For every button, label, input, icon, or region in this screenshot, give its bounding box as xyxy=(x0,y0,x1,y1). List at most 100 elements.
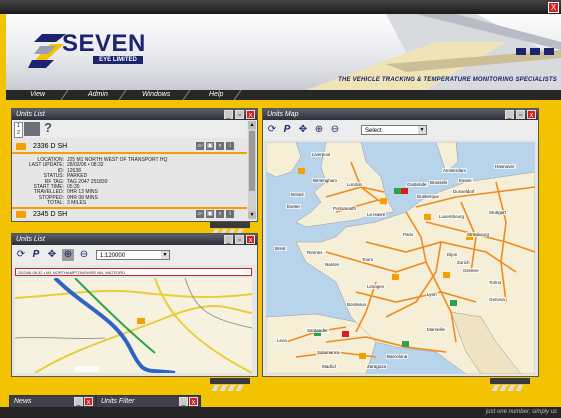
help-icon[interactable]: ? xyxy=(44,120,52,135)
units-list-panel: Units List _ ▫ x 12 ? ▲ ▼ 2336 D SH GF ▣… xyxy=(11,108,258,222)
close-button[interactable]: x xyxy=(246,110,255,119)
scroll-down-icon[interactable]: ▼ xyxy=(248,211,256,219)
city-label: Birmingham xyxy=(312,178,339,183)
units-list-toolbar: 12 ? xyxy=(12,120,247,138)
zoom-out-icon[interactable]: ⊖ xyxy=(329,124,341,136)
city-label: Brest xyxy=(274,246,287,251)
city-label: Rennes xyxy=(306,250,324,255)
resize-handle[interactable] xyxy=(490,378,530,391)
city-label: Dijon xyxy=(446,252,459,257)
truck-icon xyxy=(16,143,26,150)
city-label: Liverpool xyxy=(311,152,332,157)
maximize-button[interactable]: ▫ xyxy=(516,110,525,119)
scroll-up-icon[interactable]: ▲ xyxy=(248,121,256,129)
map-select[interactable]: Select ▼ xyxy=(361,125,427,135)
info-icon[interactable]: i xyxy=(226,142,234,150)
truck-track-icon[interactable]: ▣ xyxy=(206,142,214,150)
pan-p-icon[interactable]: P xyxy=(281,124,293,136)
unit-name: 2345 D SH xyxy=(33,211,68,218)
info-icon[interactable]: i xyxy=(226,210,234,218)
city-label: Barcelona xyxy=(386,354,409,359)
close-button[interactable]: x xyxy=(84,397,93,406)
units-list-title: Units List xyxy=(12,109,257,120)
city-label: Paris xyxy=(402,232,415,237)
zoom-out-icon[interactable]: ⊖ xyxy=(78,249,90,261)
close-button[interactable]: x xyxy=(189,397,198,406)
city-label: Geneve xyxy=(462,268,480,273)
scrollbar[interactable]: ▲ ▼ xyxy=(248,121,256,219)
close-app-button[interactable]: X xyxy=(548,2,559,13)
units-list-map-title: Units List xyxy=(12,234,257,245)
minimize-button[interactable]: _ xyxy=(179,397,188,406)
select-value: Select xyxy=(365,128,382,134)
city-label: Brussels xyxy=(429,180,449,185)
move-icon[interactable]: ✥ xyxy=(297,124,309,136)
maximize-button[interactable]: ▫ xyxy=(235,110,244,119)
truck-track-icon[interactable]: ▣ xyxy=(206,210,214,218)
city-label: Nantes xyxy=(324,262,341,267)
unit-row-2345[interactable]: 2345 D SH GF ▣ ⌕ i xyxy=(12,207,247,220)
zoom-in-icon[interactable]: ⊕ xyxy=(62,249,74,261)
unit-color-swatch[interactable] xyxy=(24,122,40,136)
city-label: Salamanca xyxy=(316,350,341,355)
refresh-icon[interactable]: ⟳ xyxy=(15,249,27,261)
minimize-button[interactable]: _ xyxy=(505,110,514,119)
local-map[interactable] xyxy=(15,278,252,373)
minimize-button[interactable]: _ xyxy=(224,235,233,244)
city-label: Le Havre xyxy=(366,212,387,217)
list-view-icon[interactable]: 12 xyxy=(14,122,23,138)
city-label: Amsterdam xyxy=(442,168,468,173)
minimize-button[interactable]: _ xyxy=(224,110,233,119)
zoom-in-icon[interactable]: ⊕ xyxy=(313,124,325,136)
city-label: Leon xyxy=(276,338,289,343)
scroll-thumb[interactable] xyxy=(249,131,255,191)
chevron-down-icon[interactable]: ▼ xyxy=(418,126,426,134)
zoom-unit-icon[interactable]: ⌕ xyxy=(216,142,224,150)
scale-value: 1:120000 xyxy=(100,253,126,259)
city-label: Madrid xyxy=(321,364,337,369)
footer-bar: just one number, simply us xyxy=(0,407,561,418)
city-label: Essen xyxy=(458,178,473,183)
city-label: Strasbourg xyxy=(466,232,491,237)
city-label: Zaragoza xyxy=(366,364,388,369)
refresh-icon[interactable]: ⟳ xyxy=(266,124,278,136)
menu-view[interactable]: View xyxy=(30,90,45,100)
close-button[interactable]: x xyxy=(246,235,255,244)
scale-select[interactable]: 1:120000 ▼ xyxy=(96,250,170,260)
geofence-button[interactable]: GF xyxy=(196,142,204,150)
menu-help[interactable]: Help xyxy=(209,90,223,100)
close-button[interactable]: x xyxy=(527,110,536,119)
chevron-down-icon[interactable]: ▼ xyxy=(161,251,169,259)
detail-value: 3 MILES xyxy=(67,200,87,207)
resize-handle[interactable] xyxy=(210,378,250,391)
menu-windows[interactable]: Windows xyxy=(142,90,170,100)
city-label: Genova xyxy=(488,297,506,302)
logo-subtitle: EYE LIMITED xyxy=(93,56,143,64)
city-label: Tours xyxy=(361,257,375,262)
resize-handle[interactable] xyxy=(210,222,250,235)
city-label: Exeter xyxy=(286,204,302,209)
city-label: Oostende xyxy=(406,182,428,187)
city-label: Stuttgart xyxy=(488,210,508,215)
footer-text: just one number, simply us xyxy=(485,409,557,415)
city-label: Dunkerque xyxy=(416,194,441,199)
unit-row-2336[interactable]: 2336 D SH GF ▣ ⌕ i xyxy=(12,141,247,154)
zoom-unit-icon[interactable]: ⌕ xyxy=(216,210,224,218)
minimize-button[interactable]: _ xyxy=(74,397,83,406)
map-toolbar: ⟳ P ✥ ⊕ ⊖ 1:120000 ▼ xyxy=(12,245,257,265)
logo-text: SEVEN xyxy=(62,30,146,57)
geofence-button[interactable]: GF xyxy=(196,210,204,218)
app-window: { "app": { "logo_text": "SEVEN", "logo_s… xyxy=(0,0,561,418)
detail-row: TOTAL: 3 MILES xyxy=(12,200,86,206)
city-label: Bordeaux xyxy=(346,302,368,307)
city-labels: Liverpool Birmingham Bristol Exeter London Po… xyxy=(266,142,535,374)
city-label: Marseille xyxy=(426,327,447,332)
city-label: Limoges xyxy=(366,284,386,289)
move-icon[interactable]: ✥ xyxy=(46,249,58,261)
menu-admin[interactable]: Admin xyxy=(88,90,108,100)
pan-p-icon[interactable]: P xyxy=(30,249,42,261)
maximize-button[interactable]: ▫ xyxy=(235,235,244,244)
top-bar: X xyxy=(0,0,561,14)
city-label: Torino xyxy=(488,280,503,285)
city-label: Portsmouth xyxy=(332,206,358,211)
